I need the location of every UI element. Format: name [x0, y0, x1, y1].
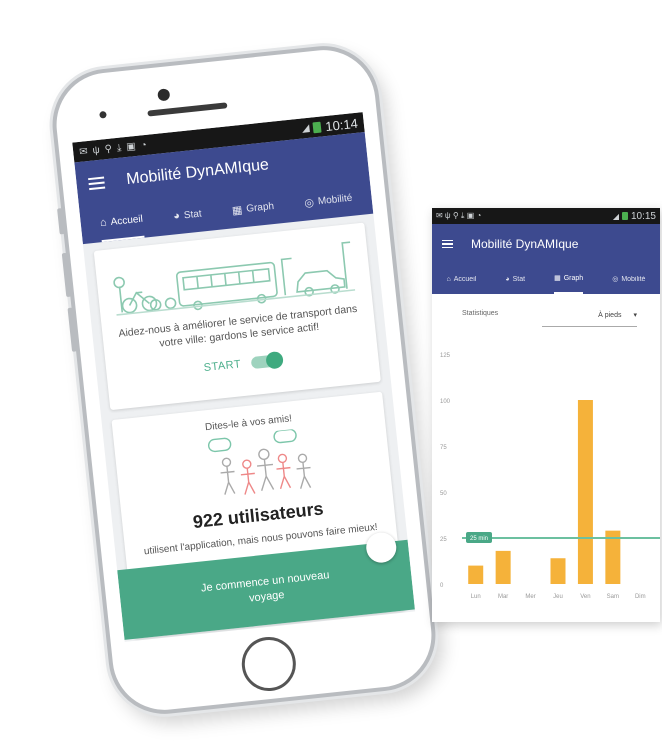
toggle-knob — [265, 350, 284, 370]
notification-icons-2: ✉ ψ ⚲ ⤓ ▣ ◔ — [436, 211, 482, 220]
phone-speaker — [147, 102, 228, 117]
start-label: START — [203, 358, 242, 375]
average-label: 25 min — [470, 536, 488, 542]
notification-icons: ✉ ψ ⚲ ⤓ ▣ ◔ — [79, 139, 148, 157]
battery-icon-2 — [621, 212, 628, 220]
graph-screen: ✉ ψ ⚲ ⤓ ▣ ◔ ◢ 10:15 Mobilité DynAMIque ⌂… — [432, 208, 660, 622]
phone-screen: ✉ ψ ⚲ ⤓ ▣ ◔ ◢ 10:14 Mobilité DynAMIque ⌂ — [72, 112, 416, 642]
tab-label: Accueil — [110, 213, 144, 228]
wifi-icon: ◔ — [140, 139, 148, 151]
bar-Lun[interactable] — [468, 565, 484, 584]
usb-icon: ψ — [92, 144, 101, 157]
tab-accueil-2[interactable]: ⌂ Accueil — [447, 264, 477, 294]
tab-stat-2[interactable]: ◕ Stat — [505, 264, 525, 294]
y-tick-label: 25 — [440, 537, 447, 543]
tab-stat[interactable]: ◕ Stat — [171, 196, 203, 235]
bar-Jeu[interactable] — [550, 558, 566, 584]
x-tick-label: Sam — [607, 594, 619, 600]
phone-sensor — [99, 110, 107, 119]
mode-select[interactable]: À pieds ▾ — [542, 304, 637, 327]
pie-chart-icon: ◕ — [505, 275, 510, 283]
mail-icon: ✉ — [78, 145, 89, 158]
tab-label: Graph — [563, 274, 584, 282]
download-icon: ⤓ — [116, 142, 122, 154]
tab-label: Stat — [183, 208, 203, 221]
status-time-2: 10:15 — [630, 210, 656, 222]
tab-label: Accueil — [453, 275, 477, 283]
y-tick-label: 125 — [440, 353, 451, 359]
signal-icon-2: ◢ — [612, 211, 619, 221]
bar-chart-icon: ▦ — [554, 275, 561, 282]
phone-frame: ✉ ψ ⚲ ⤓ ▣ ◔ ◢ 10:14 Mobilité DynAMIque ⌂ — [47, 40, 441, 720]
battery-icon — [312, 121, 322, 133]
pie-chart-icon: ◕ — [172, 209, 181, 223]
mobility-icon: ◎ — [303, 196, 315, 210]
tab-bar-2: ⌂ Accueil ◕ Stat ▦ Graph ◎ Mobilité — [432, 264, 660, 294]
mode-select-value: À pieds — [598, 311, 622, 319]
tab-label: Mobilité — [621, 275, 646, 283]
hamburger-menu-icon[interactable] — [88, 176, 106, 191]
x-tick-label: Dim — [635, 594, 646, 600]
x-tick-label: Ven — [580, 594, 590, 600]
status-bar-2: ✉ ψ ⚲ ⤓ ▣ ◔ ◢ 10:15 — [432, 208, 660, 224]
tab-graph-2[interactable]: ▦ Graph — [554, 264, 584, 294]
x-tick-label: Lun — [471, 594, 481, 600]
y-tick-label: 75 — [440, 445, 447, 451]
y-tick-label: 50 — [440, 491, 447, 497]
stat-label: Statistiques — [462, 310, 499, 317]
bar-Ven[interactable] — [577, 400, 593, 584]
app-bar-2: Mobilité DynAMIque ⌂ Accueil ◕ Stat ▦ Gr… — [432, 224, 660, 294]
home-icon: ⌂ — [99, 216, 108, 230]
location-icon: ⚲ — [104, 143, 113, 155]
x-tick-label: Mer — [525, 594, 535, 600]
tab-graph[interactable]: ▦ Graph — [230, 188, 276, 228]
x-tick-label: Jeu — [553, 594, 563, 600]
bar-chart-icon: ▦ — [231, 203, 244, 217]
tab-accueil[interactable]: ⌂ Accueil — [98, 201, 145, 243]
tab-mobilite-2[interactable]: ◎ Mobilité — [612, 264, 645, 294]
hamburger-menu-icon-2[interactable] — [442, 239, 453, 249]
image-icon: ▣ — [125, 140, 137, 153]
phone-volume-down — [67, 307, 78, 352]
mobility-icon: ◎ — [612, 276, 619, 283]
dropdown-arrow-icon: ▾ — [633, 312, 637, 319]
bar-chart: 0 25 50 75 100 125 Lun Mar Mer Jeu Ven Sam Dim 25 min — [440, 353, 660, 600]
status-time: 10:14 — [324, 115, 359, 134]
start-toggle[interactable] — [250, 350, 284, 370]
people-illustration — [207, 428, 312, 495]
y-tick-label: 0 — [440, 583, 444, 589]
bar-Mar[interactable] — [495, 550, 511, 584]
phone-mute-switch — [57, 208, 65, 235]
home-button[interactable] — [239, 634, 299, 694]
y-tick-label: 100 — [440, 399, 451, 405]
app-title: Mobilité DynAMIque — [125, 156, 270, 189]
app-title-2: Mobilité DynAMIque — [471, 237, 579, 251]
phone-camera — [157, 88, 171, 102]
graph-body: Statistiques À pieds ▾ 0 25 50 75 100 125 Lun M… — [432, 294, 660, 622]
transport-card: Aidez-nous à améliorer le service de tra… — [93, 222, 381, 411]
start-trip-label: Je commence un nouveau voyage — [200, 569, 331, 605]
phone-volume-up — [61, 252, 72, 298]
home-icon: ⌂ — [446, 275, 451, 283]
tab-label: Mobilité — [317, 192, 353, 207]
tab-label: Graph — [245, 200, 275, 215]
tab-mobilite[interactable]: ◎ Mobilité — [302, 180, 354, 221]
tab-label: Stat — [512, 275, 526, 283]
signal-icon: ◢ — [301, 122, 311, 135]
x-tick-label: Mar — [498, 594, 508, 600]
